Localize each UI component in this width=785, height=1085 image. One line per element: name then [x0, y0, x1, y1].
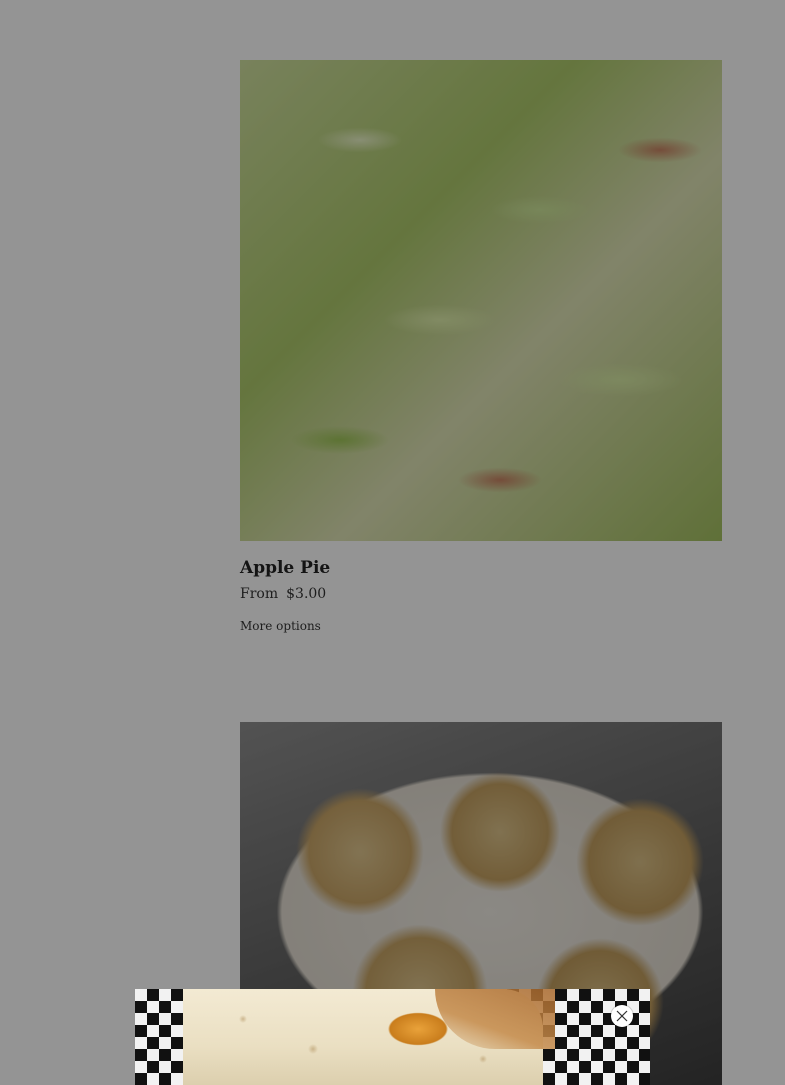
- close-icon: [616, 1010, 628, 1022]
- promo-popup: [135, 989, 650, 1085]
- popup-close-button[interactable]: [611, 1005, 633, 1027]
- modal-overlay[interactable]: [0, 0, 785, 1085]
